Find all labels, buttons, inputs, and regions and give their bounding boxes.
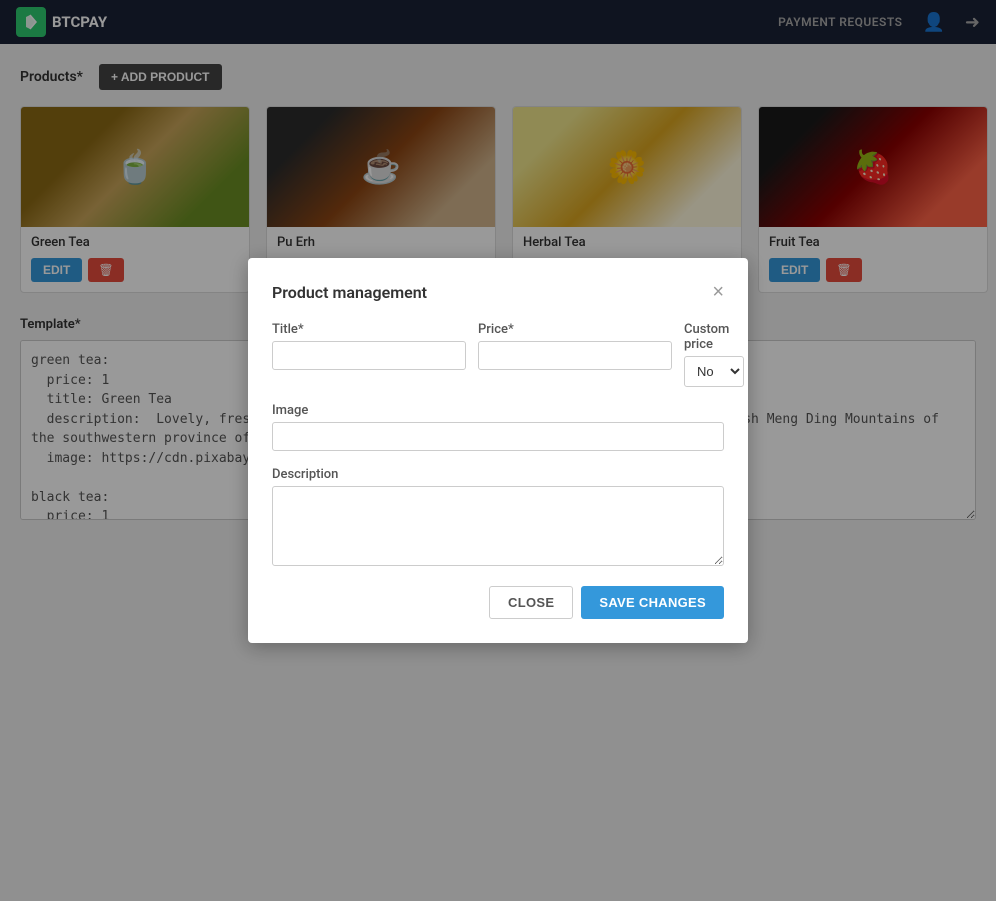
form-group-title: Title* bbox=[272, 322, 466, 387]
modal-header: Product management × bbox=[272, 282, 724, 302]
price-input[interactable] bbox=[478, 341, 672, 370]
modal-title: Product management bbox=[272, 283, 427, 302]
image-label: Image bbox=[272, 403, 724, 418]
image-input[interactable] bbox=[272, 422, 724, 451]
modal-close-x-button[interactable]: × bbox=[712, 282, 724, 302]
form-group-price: Price* bbox=[478, 322, 672, 387]
title-input[interactable] bbox=[272, 341, 466, 370]
description-textarea[interactable] bbox=[272, 486, 724, 566]
description-label: Description bbox=[272, 467, 724, 482]
price-label: Price* bbox=[478, 322, 672, 337]
form-group-description: Description bbox=[272, 467, 724, 566]
form-group-custom-price: Custom price No Yes bbox=[684, 322, 744, 387]
form-group-image: Image bbox=[272, 403, 724, 451]
save-changes-button[interactable]: SAVE CHANGES bbox=[581, 586, 724, 619]
form-row-title-price: Title* Price* Custom price No Yes bbox=[272, 322, 724, 387]
custom-price-select[interactable]: No Yes bbox=[684, 356, 744, 387]
title-label: Title* bbox=[272, 322, 466, 337]
modal-overlay[interactable]: Product management × Title* Price* Custo… bbox=[0, 0, 996, 901]
modal-footer: CLOSE SAVE CHANGES bbox=[272, 586, 724, 619]
product-management-modal: Product management × Title* Price* Custo… bbox=[248, 258, 748, 643]
custom-price-label: Custom price bbox=[684, 322, 744, 352]
close-button[interactable]: CLOSE bbox=[489, 586, 573, 619]
